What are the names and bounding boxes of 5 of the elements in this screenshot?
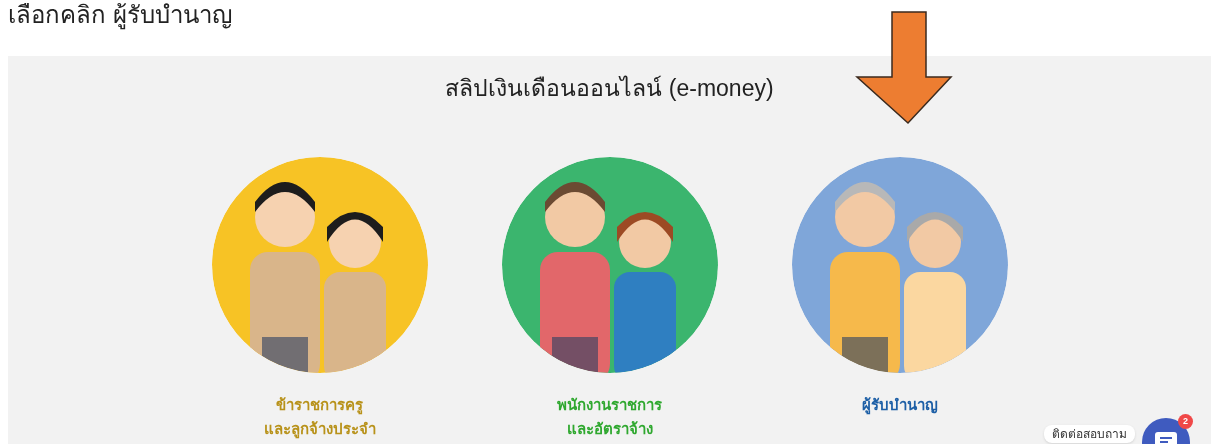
- option-label[interactable]: ผู้รับบำนาญ: [861, 393, 938, 417]
- message-icon: [1155, 432, 1177, 444]
- chat-label[interactable]: ติดต่อสอบถาม: [1044, 425, 1135, 443]
- page-title: สลิปเงินเดือนออนไลน์ (e-money): [445, 74, 774, 103]
- instruction-text: เลือกคลิก ผู้รับบำนาญ: [8, 0, 232, 30]
